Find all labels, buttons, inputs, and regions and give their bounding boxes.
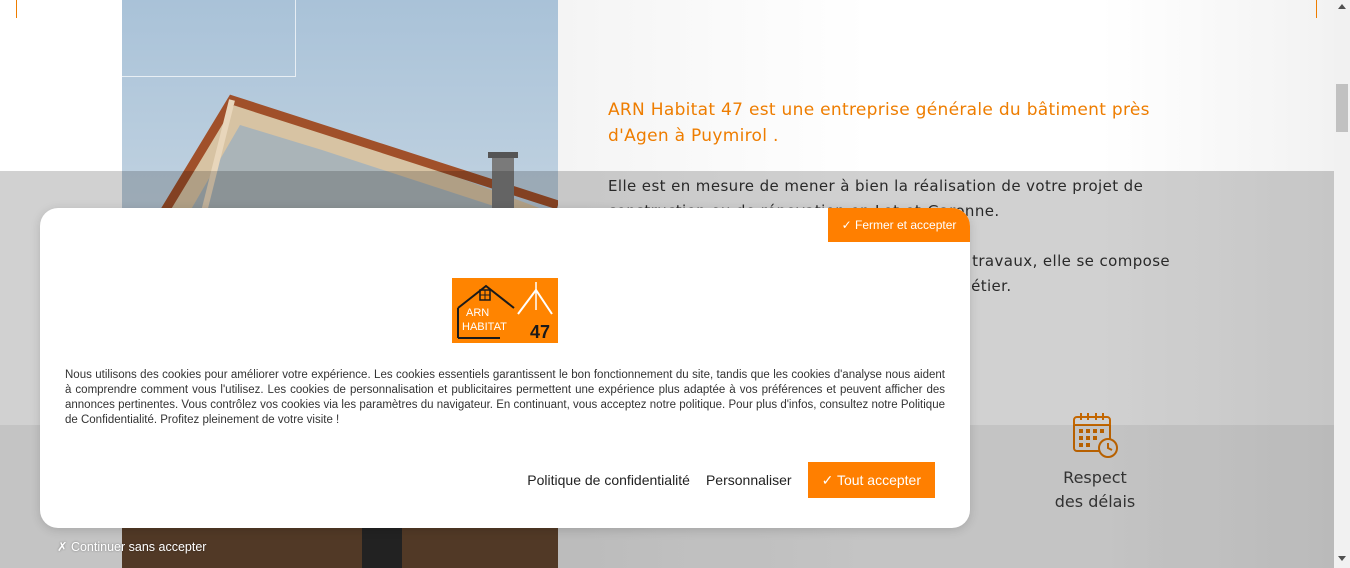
logo-text: HABITAT (462, 321, 507, 333)
close-and-accept-button[interactable]: ✓ Fermer et accepter (828, 208, 970, 242)
arn-habitat-logo: ARN HABITAT 47 (452, 278, 558, 343)
scroll-up-arrow-icon[interactable] (1338, 4, 1346, 9)
scroll-down-arrow-icon[interactable] (1338, 556, 1346, 561)
scrollbar-thumb[interactable] (1336, 84, 1348, 132)
logo-text: ARN (466, 307, 489, 319)
logo-number: 47 (530, 322, 550, 342)
corner-accent (1316, 0, 1317, 18)
privacy-policy-link[interactable]: Politique de confidentialité (527, 472, 690, 488)
cookie-message: Nous utilisons des cookies pour améliore… (65, 369, 945, 426)
page-scrollbar[interactable] (1334, 0, 1350, 568)
accept-all-button[interactable]: ✓ Tout accepter (807, 462, 935, 498)
cookie-actions: Politique de confidentialité Personnalis… (527, 462, 935, 498)
photo-frame-line (122, 0, 296, 77)
corner-accent (16, 0, 17, 18)
continue-without-accepting-link[interactable]: ✗ Continuer sans accepter (57, 539, 206, 554)
intro-heading: ARN Habitat 47 est une entreprise généra… (608, 100, 1150, 146)
customize-link[interactable]: Personnaliser (706, 472, 792, 488)
cookie-consent-modal: ✓ Fermer et accepter ARN HABITAT 47 Nous… (40, 208, 970, 528)
